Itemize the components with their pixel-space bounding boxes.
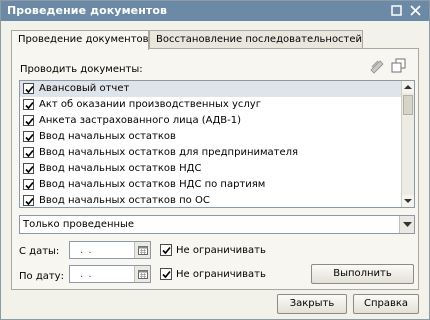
- scroll-down-icon[interactable]: [402, 195, 414, 207]
- checkbox[interactable]: [23, 195, 34, 206]
- copy-icon[interactable]: [390, 57, 407, 74]
- date-to-no-limit-label: Не ограничивать: [176, 269, 266, 280]
- date-to-no-limit-checkbox[interactable]: [160, 268, 172, 280]
- checkbox[interactable]: [23, 99, 34, 110]
- vertical-scrollbar[interactable]: [401, 81, 414, 207]
- checkbox[interactable]: [23, 83, 34, 94]
- close-button[interactable]: Закрыть: [277, 294, 347, 314]
- title-bar[interactable]: Проведение документов: [1, 1, 429, 21]
- tab-panel: Проводить документы: Авансовый отчет Акт…: [11, 48, 419, 290]
- documents-list[interactable]: Авансовый отчет Акт об оказании производ…: [19, 80, 415, 208]
- help-button[interactable]: Справка: [353, 294, 419, 314]
- date-to-input[interactable]: . .: [69, 265, 151, 283]
- documents-label: Проводить документы:: [20, 64, 143, 75]
- uncheck-all-icon[interactable]: [369, 57, 386, 74]
- date-to-label: По дату:: [19, 271, 64, 282]
- list-item[interactable]: Анкета застрахованного лица (АДВ-1): [20, 113, 403, 129]
- maximize-icon[interactable]: [389, 4, 404, 18]
- tab-restore-sequences-label: Восстановление последовательностей: [156, 34, 363, 45]
- tab-posting[interactable]: Проведение документов: [11, 30, 149, 50]
- scroll-up-icon[interactable]: [402, 81, 414, 93]
- date-from-no-limit-checkbox[interactable]: [160, 244, 172, 256]
- tab-posting-label: Проведение документов: [18, 34, 149, 45]
- checkbox[interactable]: [23, 147, 34, 158]
- posting-filter-value: Только проведенные: [23, 219, 135, 230]
- list-item-label: Акт об оказании производственных услуг: [39, 99, 261, 110]
- chevron-down-icon[interactable]: [399, 216, 414, 233]
- date-from-input[interactable]: . .: [69, 241, 151, 259]
- calendar-icon[interactable]: [134, 242, 150, 258]
- checkbox[interactable]: [23, 115, 34, 126]
- date-to-value: . .: [80, 269, 93, 280]
- list-item-label: Анкета застрахованного лица (АДВ-1): [39, 115, 242, 126]
- run-button[interactable]: Выполнить: [311, 264, 414, 284]
- checkbox[interactable]: [23, 131, 34, 142]
- dialog-window: Проведение документов Проведение докумен…: [0, 0, 430, 320]
- tab-restore-sequences[interactable]: Восстановление последовательностей: [149, 30, 363, 49]
- list-item[interactable]: Ввод начальных остатков: [20, 129, 403, 145]
- list-item-label: Ввод начальных остатков НДС: [39, 163, 202, 174]
- posting-filter-select[interactable]: Только проведенные: [19, 215, 415, 234]
- list-item-label: Ввод начальных остатков для предпринимат…: [39, 147, 299, 158]
- scroll-thumb[interactable]: [403, 95, 413, 115]
- list-item-label: Ввод начальных остатков НДС по партиям: [39, 179, 266, 190]
- checkbox[interactable]: [23, 179, 34, 190]
- date-from-label: С даты:: [19, 246, 60, 257]
- list-item[interactable]: Ввод начальных остатков НДС по партиям: [20, 177, 403, 193]
- list-item-label: Авансовый отчет: [39, 83, 130, 94]
- list-item-label: Ввод начальных остатков: [39, 131, 176, 142]
- date-from-value: . .: [80, 245, 93, 256]
- list-item[interactable]: Ввод начальных остатков НДС: [20, 161, 403, 177]
- window-title: Проведение документов: [7, 4, 168, 17]
- list-item[interactable]: Акт об оказании производственных услуг: [20, 97, 403, 113]
- close-icon[interactable]: [408, 4, 423, 18]
- list-item[interactable]: Ввод начальных остатков по ОС: [20, 193, 403, 207]
- list-item[interactable]: Ввод начальных остатков для предпринимат…: [20, 145, 403, 161]
- list-item-label: Ввод начальных остатков по ОС: [39, 195, 210, 206]
- date-from-no-limit-label: Не ограничивать: [176, 245, 266, 256]
- calendar-icon[interactable]: [134, 266, 150, 282]
- list-item[interactable]: Авансовый отчет: [20, 81, 403, 97]
- checkbox[interactable]: [23, 163, 34, 174]
